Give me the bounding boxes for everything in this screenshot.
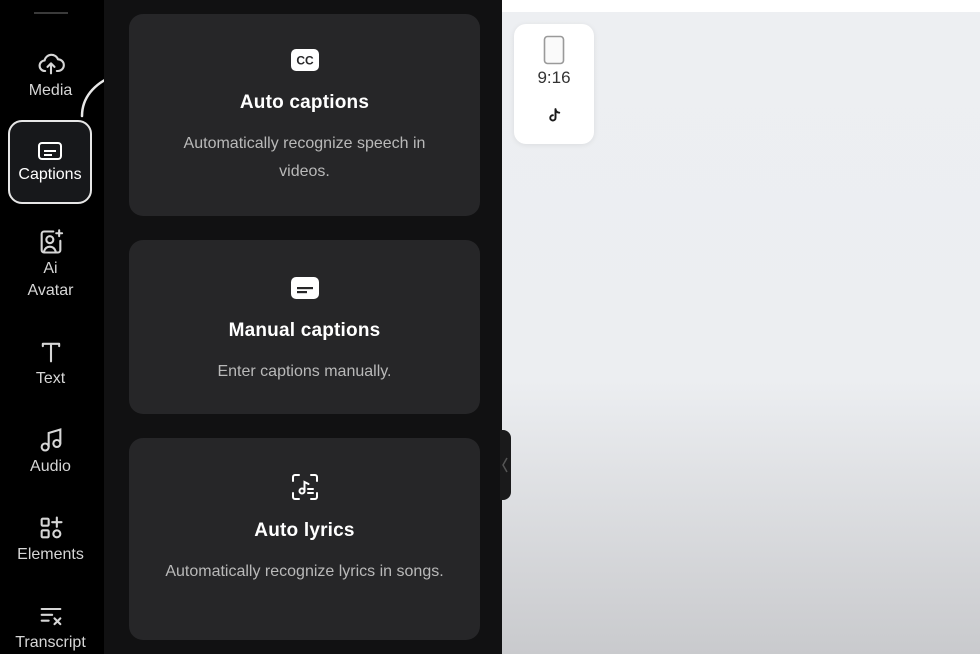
sidebar-item-label: Audio <box>30 458 71 475</box>
captions-icon <box>38 142 62 160</box>
left-sidebar: Media Captions Ai Avatar Text Audio Elem… <box>0 0 204 654</box>
music-note-icon <box>40 428 61 452</box>
sidebar-item-transcript[interactable]: Transcript <box>0 602 101 654</box>
sidebar-item-label-line2: Avatar <box>27 282 74 299</box>
sidebar-item-ai-avatar[interactable]: Ai Avatar <box>0 228 101 302</box>
aspect-ratio-button[interactable]: 9:16 <box>514 24 594 144</box>
subtitle-icon <box>290 277 319 299</box>
music-scan-icon <box>291 474 318 500</box>
sidebar-item-label: Media <box>28 82 73 99</box>
cc-icon: CC <box>290 49 319 71</box>
svg-text:CC: CC <box>296 54 314 68</box>
cloud-upload-icon <box>38 53 65 75</box>
text-icon <box>41 342 60 363</box>
auto-lyrics-card[interactable]: Auto lyrics Automatically recognize lyri… <box>129 438 480 640</box>
elements-icon <box>40 516 63 539</box>
sidebar-item-label: Captions <box>18 166 82 183</box>
collapse-panel-handle[interactable] <box>500 430 511 500</box>
card-description: Automatically recognize lyrics in songs. <box>165 563 444 580</box>
manual-captions-card[interactable]: Manual captions Enter captions manually. <box>129 240 480 414</box>
aspect-ratio-label: 9:16 <box>537 68 571 87</box>
sidebar-item-label-line1: Ai <box>43 260 58 277</box>
sidebar-item-elements[interactable]: Elements <box>0 514 101 566</box>
card-description: Enter captions manually. <box>217 363 392 380</box>
card-description: Automatically recognize speech in videos… <box>183 135 426 180</box>
transcript-icon <box>40 607 61 626</box>
sidebar-item-label: Text <box>35 370 66 387</box>
chevron-left-icon <box>502 457 508 473</box>
sidebar-item-audio[interactable]: Audio <box>0 426 101 478</box>
portrait-frame-icon <box>543 35 565 65</box>
sidebar-item-label: Transcript <box>15 634 86 651</box>
tiktok-icon <box>549 108 561 122</box>
captions-panel: CC Auto captions Automatically recognize… <box>104 0 502 654</box>
sidebar-item-captions[interactable]: Captions <box>8 120 92 204</box>
sidebar-item-label: Elements <box>17 546 84 563</box>
auto-captions-card[interactable]: CC Auto captions Automatically recognize… <box>129 14 480 216</box>
sidebar-item-text[interactable]: Text <box>0 338 101 390</box>
sidebar-divider <box>34 12 68 14</box>
avatar-icon <box>40 229 63 254</box>
card-title: Auto lyrics <box>254 520 355 541</box>
card-title: Auto captions <box>239 92 370 113</box>
card-title: Manual captions <box>228 320 381 341</box>
